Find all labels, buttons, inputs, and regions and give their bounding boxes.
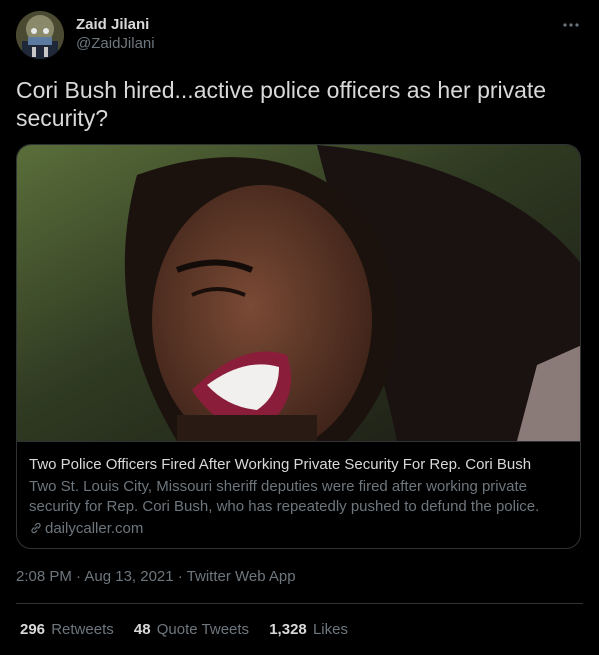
tweet-text: Cori Bush hired...active police officers… xyxy=(16,77,547,131)
avatar-image xyxy=(16,11,64,59)
likes-count: 1,328 xyxy=(269,621,307,638)
card-title[interactable]: Two Police Officers Fired After Working … xyxy=(29,456,531,474)
card-image[interactable] xyxy=(17,145,581,441)
link-card[interactable]: Two Police Officers Fired After Working … xyxy=(16,144,581,549)
author-info: Zaid Jilani @ZaidJilani xyxy=(76,16,155,54)
quotes-stat[interactable]: 48 Quote Tweets xyxy=(134,620,249,640)
retweets-label: Retweets xyxy=(51,621,114,638)
display-name[interactable]: Zaid Jilani xyxy=(76,16,155,34)
link-icon xyxy=(31,522,41,534)
more-options-icon[interactable] xyxy=(559,15,583,33)
handle[interactable]: @ZaidJilani xyxy=(76,34,155,54)
retweets-stat[interactable]: 296 Retweets xyxy=(20,620,114,640)
card-domain[interactable]: dailycaller.com xyxy=(29,519,143,539)
quotes-label: Quote Tweets xyxy=(156,621,250,638)
card-description: Two St. Louis City, Missouri sheriff dep… xyxy=(29,478,540,515)
avatar[interactable] xyxy=(16,11,64,59)
card-domain-text: dailycaller.com xyxy=(45,520,144,537)
likes-stat[interactable]: 1,328 Likes xyxy=(269,620,348,640)
retweets-count: 296 xyxy=(20,621,46,638)
divider xyxy=(16,603,583,604)
tweet-stats: 296 Retweets 48 Quote Tweets 1,328 Likes xyxy=(20,620,364,640)
likes-label: Likes xyxy=(312,621,348,638)
quotes-count: 48 xyxy=(133,621,151,638)
card-body: Two Police Officers Fired After Working … xyxy=(17,441,580,548)
tweet-header: Zaid Jilani @ZaidJilani xyxy=(16,11,583,59)
tweet-timestamp[interactable]: 2:08 PM · Aug 13, 2021 · Twitter Web App xyxy=(16,567,296,587)
